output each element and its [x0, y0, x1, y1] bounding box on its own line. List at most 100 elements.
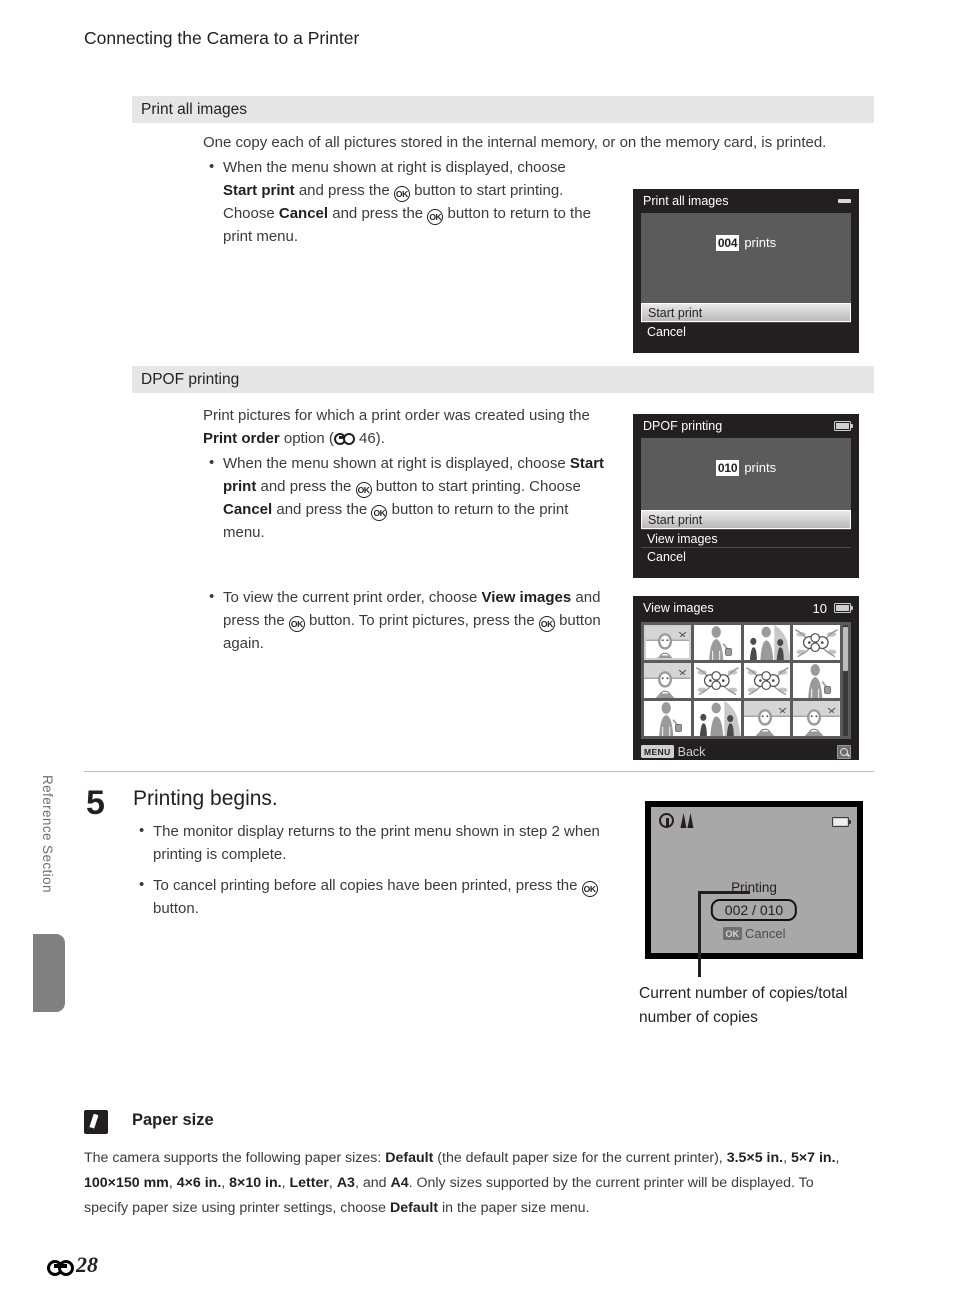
thumbnail-item[interactable]: [793, 663, 840, 699]
bullet-text-part: When the menu shown at right is displaye…: [223, 159, 566, 176]
menu-item-cancel[interactable]: Cancel: [641, 547, 851, 565]
bold-view-images: View images: [481, 589, 572, 606]
intro-text-part: 46).: [354, 430, 385, 447]
section-heading-print-all-images: Print all images: [132, 96, 874, 123]
list-item: To cancel printing before all copies hav…: [133, 873, 633, 920]
reference-jump-icon: [333, 433, 355, 445]
thumbnail-item[interactable]: [644, 625, 691, 661]
thumbnail-item[interactable]: [693, 625, 741, 661]
screen-print-all-images: Print all images 004 prints Start print C…: [633, 189, 859, 353]
bold-print-order: Print order: [203, 430, 280, 447]
menu-item-label: Start print: [648, 305, 703, 320]
screen-titlebar: DPOF printing: [633, 414, 859, 438]
screen-printing-status: Printing 002 / 010 OK Cancel: [645, 801, 863, 959]
bullet-text-part: button.: [153, 900, 199, 917]
paper-size-item: 8×10 in.: [229, 1175, 282, 1192]
paper-size-item: 3.5×5 in.: [726, 1150, 784, 1166]
print-all-intro: One copy each of all pictures stored in …: [203, 134, 827, 151]
bullet-text-part: and press the: [294, 182, 394, 199]
list-item: To view the current print order, choose …: [203, 585, 611, 655]
paper-size-item: 4×6 in.: [176, 1175, 222, 1192]
bullet-text-part: To view the current print order, choose: [223, 589, 482, 606]
note-text-part: ,: [328, 1175, 337, 1192]
note-title: Paper size: [132, 1111, 214, 1129]
bullet-text-part: and press the: [328, 205, 428, 222]
menu-item-start-print[interactable]: Start print: [641, 303, 851, 322]
menu-item-cancel[interactable]: Cancel: [641, 322, 851, 340]
bullet-text-part: The monitor display returns to the print…: [153, 823, 600, 863]
magnifier-icon[interactable]: [837, 744, 851, 759]
manual-page: Reference Section 28 Connecting the Came…: [0, 0, 954, 1314]
paper-size-item: 100×150 mm: [84, 1175, 169, 1192]
grid-scrollbar[interactable]: [843, 625, 848, 737]
note-text-part: ,: [835, 1150, 840, 1166]
screen-panel: 004 prints: [641, 213, 851, 303]
thumbnail-item[interactable]: [644, 701, 691, 737]
note-text-part: (the default paper size for the current …: [433, 1150, 727, 1166]
dpof-intro: Print pictures for which a print order w…: [203, 404, 613, 450]
thumbnail-item[interactable]: [743, 625, 791, 661]
thumbnail-item[interactable]: [793, 625, 840, 661]
step-title: Printing begins.: [133, 787, 278, 810]
grid-scrollbar-thumb[interactable]: [843, 627, 848, 671]
screen-menu: Start print View images Cancel: [641, 510, 851, 565]
bold-default: Default: [385, 1150, 434, 1166]
printing-label: Printing: [731, 880, 777, 895]
battery-icon: [834, 421, 854, 431]
step-number: 5: [86, 784, 105, 822]
paper-size-item: Letter: [289, 1175, 329, 1192]
step5-body: The monitor display returns to the print…: [133, 819, 633, 920]
prints-count-value[interactable]: 004: [715, 235, 740, 251]
screen-titlebar: View images 10: [633, 596, 859, 620]
note-text-part: in the paper size menu.: [438, 1200, 590, 1217]
paper-size-item: 5×7 in.: [790, 1150, 836, 1166]
running-head: Reference Section: [40, 775, 55, 893]
bold-default: Default: [389, 1200, 439, 1217]
thumbnail-grid[interactable]: [644, 625, 840, 737]
thumbnail-grid-wrapper: [641, 622, 851, 740]
thumbnail-item[interactable]: [693, 701, 741, 737]
section-divider: [84, 771, 874, 772]
screen-dpof-printing: DPOF printing 010 prints Start print View…: [633, 414, 859, 578]
screen-titlebar: Print all images: [633, 189, 859, 213]
footer-back-control[interactable]: MENU Back: [641, 745, 705, 759]
callout-caption: Current number of copies/total number of…: [639, 985, 848, 1026]
cancel-label: Cancel: [745, 926, 786, 941]
note-text-part: , and: [354, 1175, 391, 1192]
list-item: When the menu shown at right is displaye…: [203, 155, 603, 248]
prints-label: prints: [744, 460, 777, 475]
prints-count-value[interactable]: 010: [715, 460, 740, 476]
thumbnail-item[interactable]: [793, 701, 840, 737]
bullet-text-part: button to start printing. Choose: [371, 478, 581, 495]
pencil-note-icon: [84, 1110, 108, 1134]
menu-item-label: View images: [647, 531, 718, 546]
prints-counter-row: 004 prints: [641, 213, 851, 251]
thumbnail-item[interactable]: [743, 663, 791, 699]
note-text-part: ,: [168, 1175, 177, 1192]
section-tab-marker: [33, 934, 65, 1012]
note-text-part: The camera supports the following paper …: [84, 1150, 386, 1166]
section-heading-label: Print all images: [141, 100, 247, 118]
thumbnail-item[interactable]: [644, 663, 691, 699]
paper-size-item: A4: [390, 1175, 409, 1192]
dpof-view-images-body: To view the current print order, choose …: [203, 585, 611, 655]
menu-item-start-print[interactable]: Start print: [641, 510, 851, 529]
section-heading-dpof-printing: DPOF printing: [132, 366, 874, 393]
thumbnail-item[interactable]: [743, 701, 791, 737]
image-count: 10: [812, 600, 827, 616]
prints-label: prints: [744, 235, 777, 250]
menu-item-view-images[interactable]: View images: [641, 529, 851, 547]
screen-title: DPOF printing: [643, 419, 723, 433]
note-text-part: ,: [783, 1150, 791, 1166]
printing-cancel-control[interactable]: OK Cancel: [651, 926, 857, 941]
thumbnail-item[interactable]: [693, 663, 741, 699]
ok-button-icon: OK: [288, 616, 305, 632]
screen-view-images: View images 10 MENU Back: [633, 596, 859, 760]
ok-button-icon: OK: [427, 209, 444, 225]
ok-button-icon: OK: [538, 616, 555, 632]
list-item: The monitor display returns to the print…: [133, 819, 633, 866]
ok-button-icon: OK: [355, 482, 372, 498]
menu-item-label: Cancel: [647, 549, 686, 564]
minus-icon: [838, 199, 851, 203]
printing-monitor-area: Printing 002 / 010 OK Cancel: [651, 807, 857, 953]
